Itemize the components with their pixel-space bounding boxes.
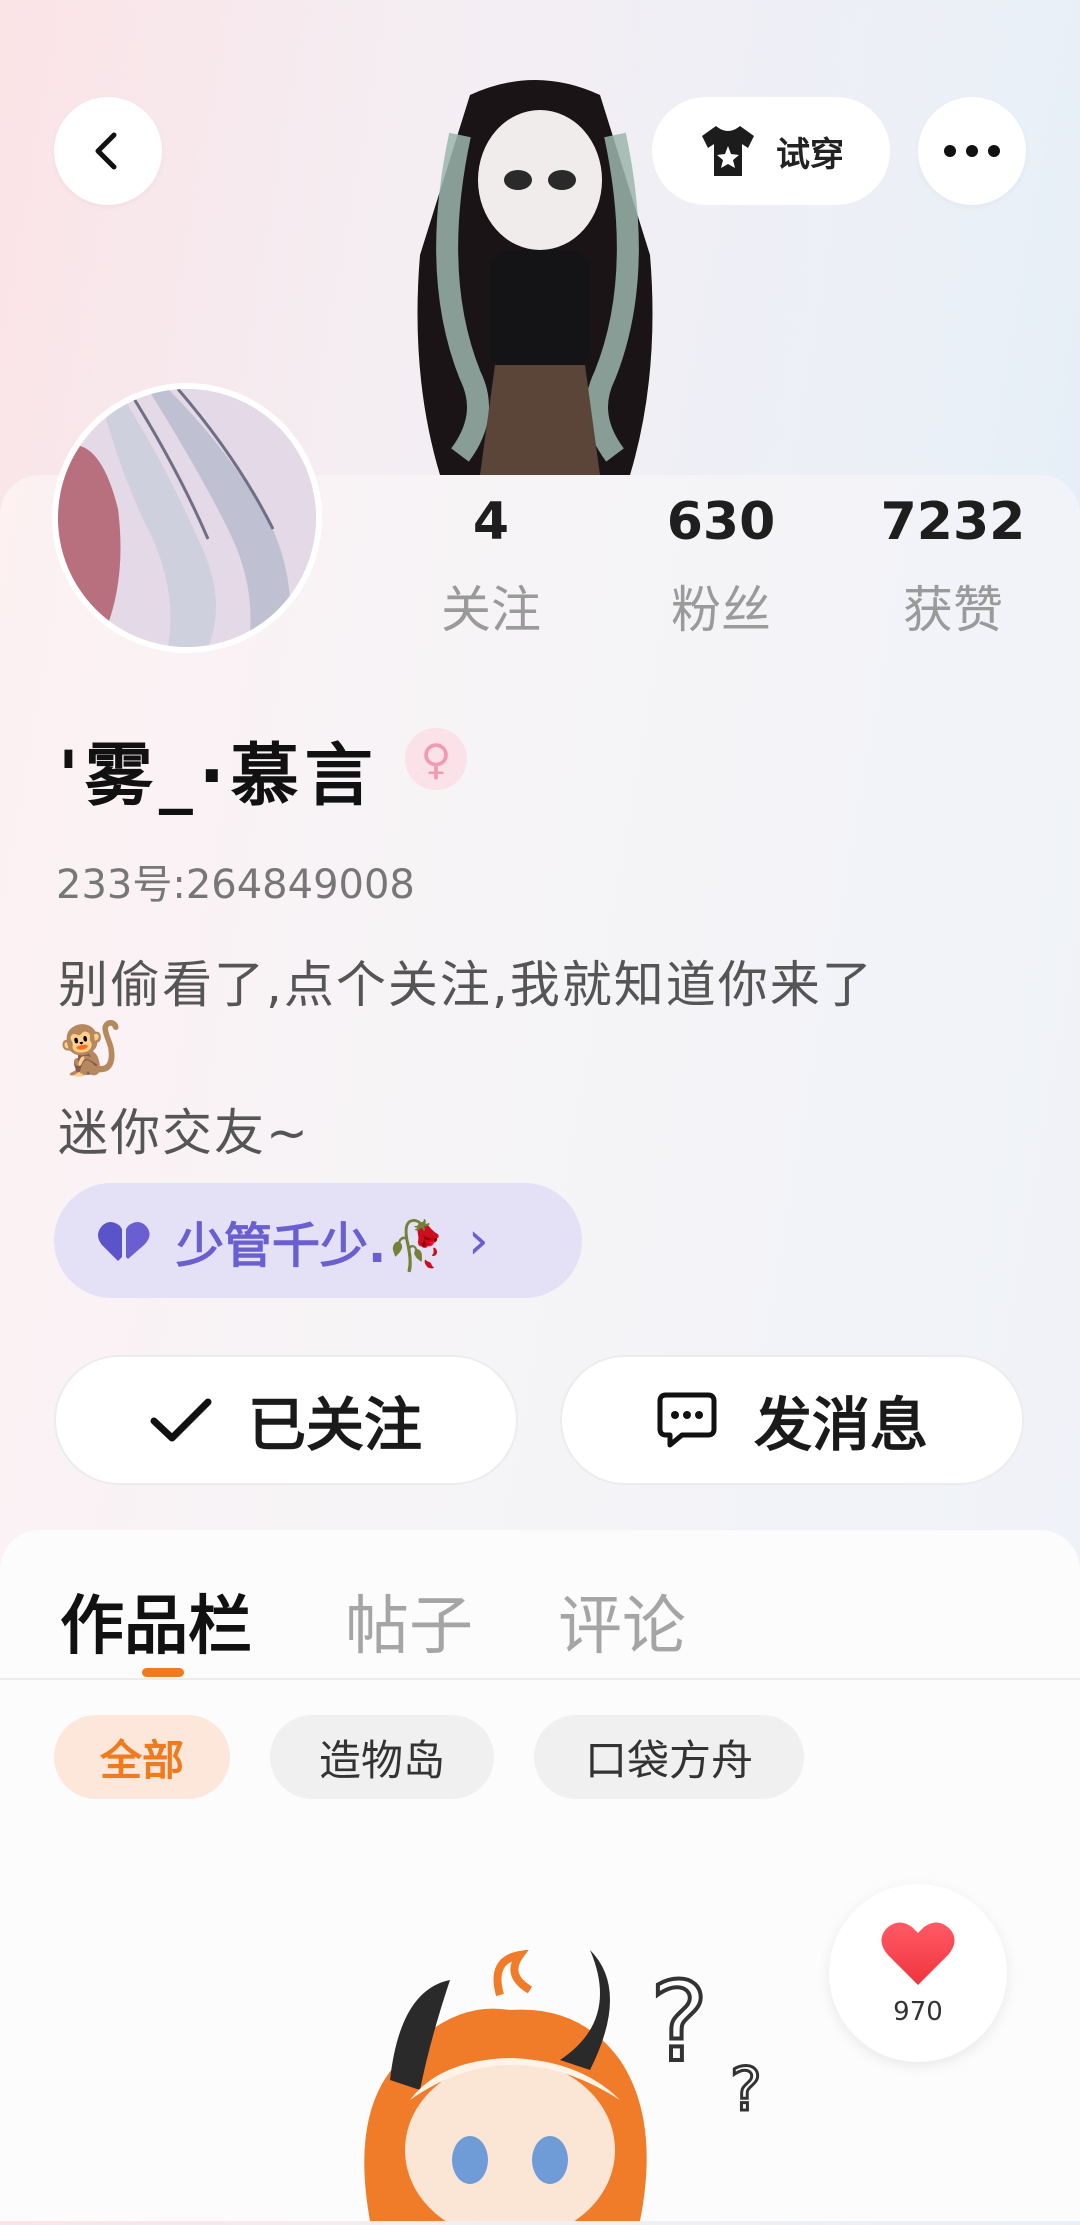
character-skin-image[interactable] xyxy=(400,75,670,475)
chevron-right-icon: › xyxy=(468,1210,489,1271)
send-message-label: 发消息 xyxy=(753,1391,928,1459)
bio-line-1: 别偷看了,点个关注,我就知道你来了 xyxy=(58,956,874,1014)
try-on-button[interactable]: 试穿 xyxy=(652,97,890,205)
content-panel: 作品栏 帖子 评论 全部 造物岛 口袋方舟 ? ? xyxy=(0,1530,1080,2225)
empty-state-illustration: ? ? xyxy=(330,1949,790,2225)
followed-label: 已关注 xyxy=(247,1391,422,1459)
check-icon xyxy=(150,1398,212,1442)
user-id: 233号:264849008 xyxy=(56,862,415,908)
filter-ark[interactable]: 口袋方舟 xyxy=(534,1715,804,1799)
svg-text:?: ? xyxy=(730,2055,762,2125)
stat-following[interactable]: 4 关注 xyxy=(406,492,576,642)
stat-fans-count: 630 xyxy=(666,492,776,552)
followed-button[interactable]: 已关注 xyxy=(54,1355,518,1485)
avatar[interactable] xyxy=(52,383,322,653)
active-tab-indicator xyxy=(142,1668,184,1677)
chevron-left-icon xyxy=(95,132,117,170)
filter-all[interactable]: 全部 xyxy=(54,1715,230,1799)
stat-likes[interactable]: 7232 获赞 xyxy=(868,492,1038,642)
more-button[interactable] xyxy=(918,97,1026,205)
gender-female-icon: ♀ xyxy=(405,728,467,790)
heart-icon xyxy=(881,1922,955,1985)
like-count: 970 xyxy=(893,1997,943,2027)
relation-tag-label: 少管千少.🥀 xyxy=(176,1217,447,1274)
outfit-icon xyxy=(702,126,754,176)
nickname: '雾_·慕言 xyxy=(58,737,379,816)
send-message-button[interactable]: 发消息 xyxy=(560,1355,1024,1485)
stat-fans-label: 粉丝 xyxy=(671,581,771,639)
stat-following-label: 关注 xyxy=(441,581,541,639)
tabs-divider xyxy=(0,1678,1080,1680)
back-button[interactable] xyxy=(54,97,162,205)
stat-likes-label: 获赞 xyxy=(903,581,1003,639)
like-badge[interactable]: 970 xyxy=(829,1884,1007,2062)
monkey-icon: 🐒 xyxy=(58,1019,125,1079)
bio-line-2: 迷你交友~ xyxy=(58,1104,310,1162)
stat-following-count: 4 xyxy=(472,492,510,552)
svg-text:?: ? xyxy=(650,1958,708,2086)
heart-icon xyxy=(98,1221,150,1261)
tab-comments[interactable]: 评论 xyxy=(558,1575,686,1667)
filter-island[interactable]: 造物岛 xyxy=(270,1715,494,1799)
try-on-label: 试穿 xyxy=(776,134,844,175)
tab-posts[interactable]: 帖子 xyxy=(345,1575,473,1667)
stat-likes-count: 7232 xyxy=(880,492,1026,552)
tab-works[interactable]: 作品栏 xyxy=(60,1575,252,1667)
stat-fans[interactable]: 630 粉丝 xyxy=(636,492,806,642)
chat-bubble-icon xyxy=(657,1392,717,1448)
more-icon xyxy=(944,145,1000,157)
relation-tag[interactable]: 少管千少.🥀 › xyxy=(54,1183,582,1298)
